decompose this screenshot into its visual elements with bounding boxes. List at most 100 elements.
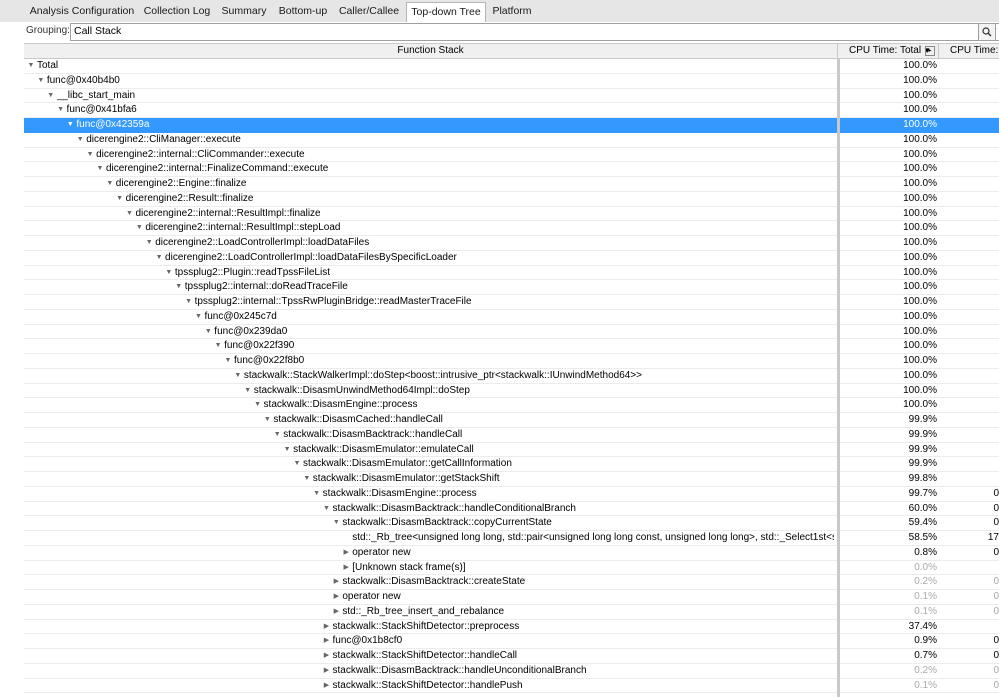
collapse-triangle-icon[interactable]: ▼ bbox=[75, 133, 85, 147]
collapse-triangle-icon[interactable]: ▼ bbox=[154, 251, 164, 265]
tree-row[interactable]: ▼ func@0x40b4b0 100.0% bbox=[24, 74, 999, 89]
column-header-cpu-total[interactable]: CPU Time: Total ▼ ▸ bbox=[839, 44, 939, 58]
expand-triangle-icon[interactable]: ▶ bbox=[322, 664, 332, 678]
tree-row[interactable]: ▼ stackwalk::DisasmEmulator::emulateCall 9… bbox=[24, 443, 999, 458]
collapse-triangle-icon[interactable]: ▼ bbox=[56, 103, 66, 117]
tree-row[interactable]: ▼ dicerengine2::LoadControllerImpl::loadD… bbox=[24, 236, 999, 251]
tree-row[interactable]: ▶ stackwalk::DisasmBacktrack::createState… bbox=[24, 575, 999, 590]
tree-row[interactable]: ▼ stackwalk::DisasmEmulator::getStackShif… bbox=[24, 472, 999, 487]
collapse-triangle-icon[interactable]: ▼ bbox=[282, 443, 292, 457]
expand-triangle-icon[interactable]: ▶ bbox=[341, 546, 351, 560]
collapse-triangle-icon[interactable]: ▼ bbox=[312, 487, 322, 501]
tree-row[interactable]: ▼ __libc_start_main 100.0% bbox=[24, 89, 999, 104]
collapse-triangle-icon[interactable]: ▼ bbox=[193, 310, 203, 324]
tree-row[interactable]: ▼ dicerengine2::CliManager::execute 100.0% bbox=[24, 133, 999, 148]
expand-triangle-icon[interactable]: ▶ bbox=[331, 575, 341, 589]
cpu-self-value: 0 bbox=[993, 679, 999, 691]
tree-row[interactable]: ▶ operator new 0.1% 0 bbox=[24, 590, 999, 605]
collapse-triangle-icon[interactable]: ▼ bbox=[243, 384, 253, 398]
tree-row[interactable]: ▼ dicerengine2::Result::finalize 100.0% bbox=[24, 192, 999, 207]
expand-column-icon[interactable]: ▸ bbox=[925, 46, 935, 56]
collapse-triangle-icon[interactable]: ▼ bbox=[115, 192, 125, 206]
tree-row[interactable]: ▼ tpssplug2::Plugin::readTpssFileList 100.… bbox=[24, 266, 999, 281]
tree-row[interactable]: ▼ stackwalk::DisasmBacktrack::copyCurrent… bbox=[24, 516, 999, 531]
collapse-triangle-icon[interactable]: ▼ bbox=[203, 325, 213, 339]
tree-row[interactable]: std::_Rb_tree<unsigned long long, std::p… bbox=[24, 531, 999, 546]
expand-triangle-icon[interactable]: ▶ bbox=[322, 649, 332, 663]
tree-row[interactable]: ▼ func@0x245c7d 100.0% bbox=[24, 310, 999, 325]
tree-row[interactable]: ▶ [Unknown stack frame(s)] 0.0% bbox=[24, 561, 999, 576]
collapse-triangle-icon[interactable]: ▼ bbox=[46, 89, 56, 103]
collapse-triangle-icon[interactable]: ▼ bbox=[105, 177, 115, 191]
collapse-triangle-icon[interactable]: ▼ bbox=[65, 118, 75, 132]
tree-row[interactable]: ▶ stackwalk::StackShiftDetector::handlePu… bbox=[24, 679, 999, 694]
collapse-triangle-icon[interactable]: ▼ bbox=[262, 413, 272, 427]
tab-analysis-configuration[interactable]: Analysis Configuration bbox=[26, 2, 138, 21]
tree-row[interactable]: ▼ func@0x22f390 100.0% bbox=[24, 339, 999, 354]
collapse-triangle-icon[interactable]: ▼ bbox=[36, 74, 46, 88]
tree-row[interactable]: ▼ stackwalk::DisasmEngine::process 100.0% bbox=[24, 398, 999, 413]
tree-row[interactable]: ▼ func@0x239da0 100.0% bbox=[24, 325, 999, 340]
collapse-triangle-icon[interactable]: ▼ bbox=[134, 221, 144, 235]
search-button[interactable] bbox=[978, 23, 996, 41]
collapse-triangle-icon[interactable]: ▼ bbox=[164, 266, 174, 280]
collapse-triangle-icon[interactable]: ▼ bbox=[292, 457, 302, 471]
tree-row[interactable]: ▼ stackwalk::StackWalkerImpl::doStep<boos… bbox=[24, 369, 999, 384]
tree-row[interactable]: ▼ tpssplug2::internal::TpssRwPluginBridge… bbox=[24, 295, 999, 310]
collapse-triangle-icon[interactable]: ▼ bbox=[125, 207, 135, 221]
tree-row[interactable]: ▼ dicerengine2::Engine::finalize 100.0% bbox=[24, 177, 999, 192]
tree-row[interactable]: ▼ dicerengine2::LoadControllerImpl::loadD… bbox=[24, 251, 999, 266]
collapse-triangle-icon[interactable]: ▼ bbox=[223, 354, 233, 368]
tab-bottom-up[interactable]: Bottom-up bbox=[274, 2, 332, 21]
tree-row[interactable]: ▼ stackwalk::DisasmCached::handleCall 99.9… bbox=[24, 413, 999, 428]
tree-row[interactable]: ▼ dicerengine2::internal::FinalizeCommand… bbox=[24, 162, 999, 177]
tab-top-down-tree[interactable]: Top-down Tree bbox=[406, 2, 486, 23]
collapse-triangle-icon[interactable]: ▼ bbox=[95, 162, 105, 176]
column-splitter[interactable] bbox=[837, 59, 840, 697]
collapse-triangle-icon[interactable]: ▼ bbox=[302, 472, 312, 486]
collapse-triangle-icon[interactable]: ▼ bbox=[144, 236, 154, 250]
tree-row[interactable]: ▼ dicerengine2::internal::ResultImpl::fin… bbox=[24, 207, 999, 222]
tree-row[interactable]: ▼ stackwalk::DisasmBacktrack::handleCall 9… bbox=[24, 428, 999, 443]
collapse-triangle-icon[interactable]: ▼ bbox=[213, 339, 223, 353]
tab-summary[interactable]: Summary bbox=[217, 2, 271, 21]
column-header-function-stack[interactable]: Function Stack bbox=[24, 44, 838, 58]
tab-collection-log[interactable]: Collection Log bbox=[141, 2, 213, 21]
tree-row[interactable]: ▶ stackwalk::StackShiftDetector::handleCa… bbox=[24, 649, 999, 664]
column-header-cpu-self[interactable]: CPU Time: S bbox=[941, 44, 999, 58]
tab-caller-callee[interactable]: Caller/Callee bbox=[336, 2, 402, 21]
expand-triangle-icon[interactable]: ▶ bbox=[322, 620, 332, 634]
tree-row[interactable]: ▶ std::_Rb_tree_insert_and_rebalance 0.1% 0 bbox=[24, 605, 999, 620]
tree-row[interactable]: ▶ stackwalk::StackShiftDetector::preproce… bbox=[24, 620, 999, 635]
expand-triangle-icon[interactable]: ▶ bbox=[341, 561, 351, 575]
tree-row[interactable]: ▶ func@0x1b8cf0 0.9% 0 bbox=[24, 634, 999, 649]
collapse-triangle-icon[interactable]: ▼ bbox=[85, 148, 95, 162]
tree-row[interactable]: ▼ stackwalk::DisasmEmulator::getCallInfor… bbox=[24, 457, 999, 472]
tree-row[interactable]: ▼ dicerengine2::internal::ResultImpl::ste… bbox=[24, 221, 999, 236]
collapse-triangle-icon[interactable]: ▼ bbox=[174, 280, 184, 294]
tree-row[interactable]: ▶ operator new 0.8% 0 bbox=[24, 546, 999, 561]
expand-triangle-icon[interactable]: ▶ bbox=[322, 634, 332, 648]
tree-row[interactable]: ▼ stackwalk::DisasmBacktrack::handleCondi… bbox=[24, 502, 999, 517]
tree-row[interactable]: ▼ func@0x42359a 100.0% bbox=[24, 118, 999, 133]
collapse-triangle-icon[interactable]: ▼ bbox=[331, 516, 341, 530]
collapse-triangle-icon[interactable]: ▼ bbox=[322, 502, 332, 516]
tree-row[interactable]: ▼ tpssplug2::internal::doReadTraceFile 100… bbox=[24, 280, 999, 295]
tree-row[interactable]: ▼ dicerengine2::internal::CliCommander::e… bbox=[24, 148, 999, 163]
collapse-triangle-icon[interactable]: ▼ bbox=[26, 59, 36, 73]
expand-triangle-icon[interactable]: ▶ bbox=[322, 679, 332, 693]
collapse-triangle-icon[interactable]: ▼ bbox=[253, 398, 263, 412]
collapse-triangle-icon[interactable]: ▼ bbox=[233, 369, 243, 383]
tab-platform[interactable]: Platform bbox=[488, 2, 536, 21]
tree-row[interactable]: ▼ stackwalk::DisasmEngine::process 99.7% 0 bbox=[24, 487, 999, 502]
tree-row[interactable]: ▶ stackwalk::DisasmBacktrack::handleUncon… bbox=[24, 664, 999, 679]
expand-triangle-icon[interactable]: ▶ bbox=[331, 590, 341, 604]
tree-row[interactable]: ▼ Total 100.0% bbox=[24, 59, 999, 74]
grouping-select[interactable]: Call Stack ▼ bbox=[70, 23, 999, 41]
tree-row[interactable]: ▼ func@0x22f8b0 100.0% bbox=[24, 354, 999, 369]
collapse-triangle-icon[interactable]: ▼ bbox=[184, 295, 194, 309]
collapse-triangle-icon[interactable]: ▼ bbox=[272, 428, 282, 442]
tree-row[interactable]: ▼ func@0x41bfa6 100.0% bbox=[24, 103, 999, 118]
expand-triangle-icon[interactable]: ▶ bbox=[331, 605, 341, 619]
tree-row[interactable]: ▼ stackwalk::DisasmUnwindMethod64Impl::do… bbox=[24, 384, 999, 399]
